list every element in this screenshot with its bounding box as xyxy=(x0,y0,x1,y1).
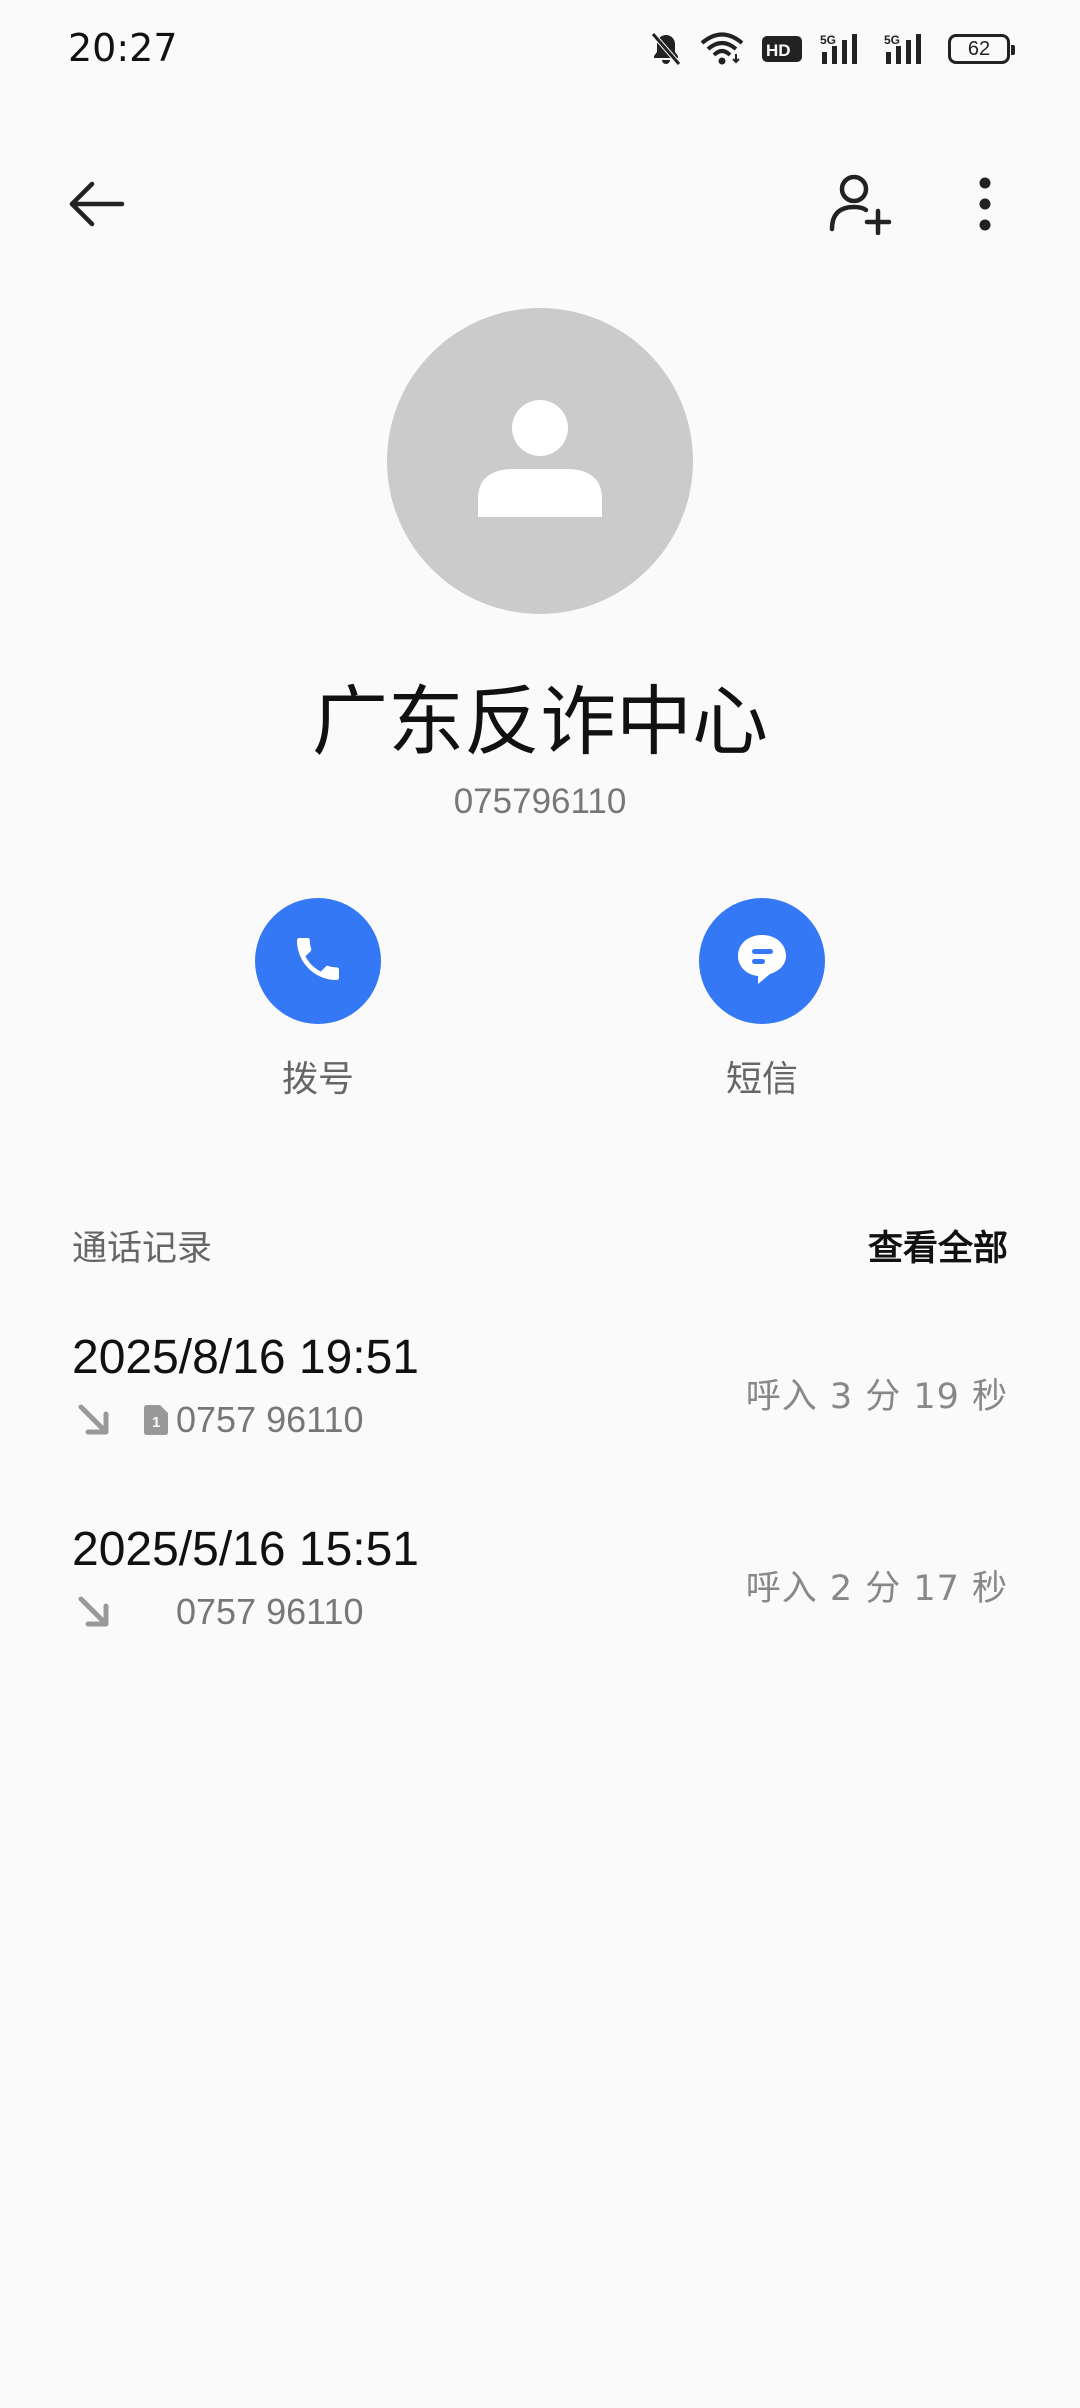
sms-label: 短信 xyxy=(725,1059,798,1100)
call-label: 拨号 xyxy=(281,1059,354,1100)
sms-action[interactable]: 短信 xyxy=(652,898,872,1102)
contact-number: 075796110 xyxy=(453,782,627,821)
mute-bell-icon xyxy=(650,31,682,67)
hd-icon: HD xyxy=(762,34,802,64)
more-vert-icon xyxy=(978,176,992,236)
svg-text:1: 1 xyxy=(152,1414,160,1431)
back-arrow-icon xyxy=(66,179,126,233)
status-time: 20:27 xyxy=(68,26,178,70)
status-bar: 20:27 HD 5G 5G 62 xyxy=(0,0,1080,100)
call-log-header: 通话记录 查看全部 xyxy=(72,1220,1008,1274)
signal-5g-icon: 5G xyxy=(884,32,930,66)
contact-name: 广东反诈中心 xyxy=(312,677,768,766)
call-datetime: 2025/5/16 15:51 xyxy=(72,1523,419,1576)
sim-card-icon: 1 xyxy=(144,1405,168,1435)
svg-text:5G: 5G xyxy=(820,33,836,47)
call-action[interactable]: 拨号 xyxy=(208,898,428,1102)
call-button[interactable] xyxy=(255,898,381,1024)
top-bar xyxy=(0,150,1080,260)
battery-icon: 62 xyxy=(948,34,1015,64)
svg-text:5G: 5G xyxy=(884,33,900,47)
call-subline: 0757 96110 xyxy=(72,1590,364,1634)
battery-level: 62 xyxy=(967,37,991,60)
call-log-title: 通话记录 xyxy=(72,1229,213,1269)
person-icon xyxy=(470,389,610,533)
call-detail: 呼入 2 分 17 秒 xyxy=(745,1569,1008,1609)
message-icon xyxy=(734,931,790,991)
more-options-button[interactable] xyxy=(945,166,1025,246)
call-detail: 呼入 3 分 19 秒 xyxy=(745,1377,1008,1417)
avatar xyxy=(387,308,693,614)
add-contact-icon xyxy=(828,173,892,239)
incoming-call-icon xyxy=(72,1398,116,1442)
incoming-call-icon xyxy=(72,1590,116,1634)
status-icons: HD 5G 5G 62 xyxy=(650,28,1015,70)
add-contact-button[interactable] xyxy=(815,166,905,246)
svg-text:HD: HD xyxy=(766,41,791,60)
sms-button[interactable] xyxy=(699,898,825,1024)
call-number: 0757 96110 xyxy=(176,1591,364,1632)
signal-5g-icon: 5G xyxy=(820,32,866,66)
phone-icon xyxy=(290,931,346,991)
call-log-entry[interactable]: 2025/5/16 15:51 0757 96110 呼入 2 分 17 秒 xyxy=(72,1522,1008,1672)
view-all-button[interactable]: 查看全部 xyxy=(868,1220,1008,1271)
call-number: 0757 96110 xyxy=(176,1399,364,1440)
wifi-icon xyxy=(700,32,744,66)
call-subline: 1 0757 96110 xyxy=(72,1398,364,1442)
call-datetime: 2025/8/16 19:51 xyxy=(72,1331,419,1384)
back-button[interactable] xyxy=(56,166,136,246)
call-log-entry[interactable]: 2025/8/16 19:51 1 0757 96110 呼入 3 分 19 秒 xyxy=(72,1330,1008,1480)
